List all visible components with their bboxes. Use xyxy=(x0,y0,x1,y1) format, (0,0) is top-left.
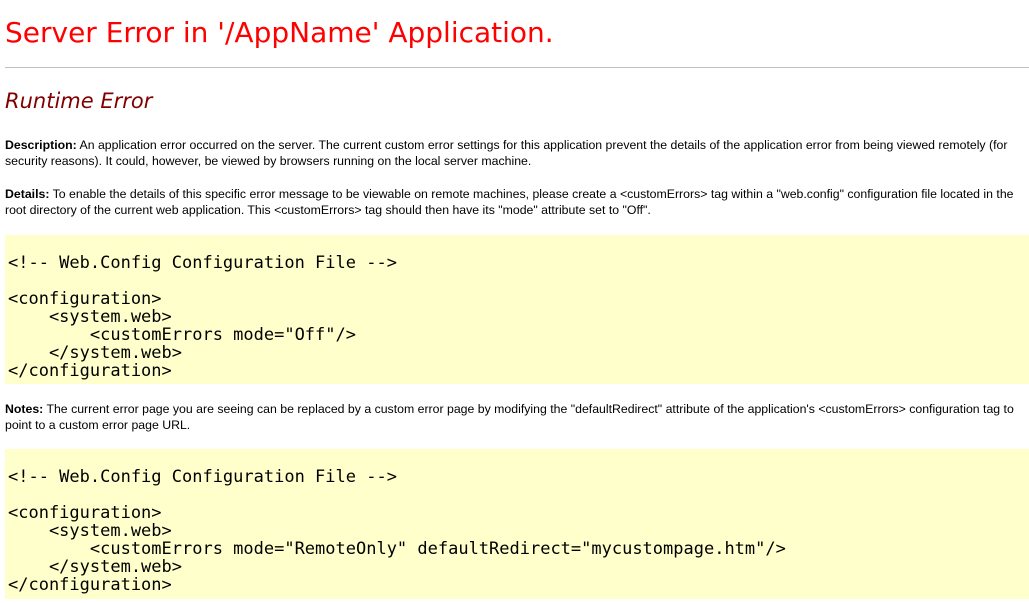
config-code-block-off: <!-- Web.Config Configuration File --> <c… xyxy=(5,235,1029,384)
code-line: <customErrors mode="Off"/> xyxy=(8,325,356,345)
code-line: </configuration> xyxy=(8,361,172,381)
code-line: <!-- Web.Config Configuration File --> xyxy=(8,467,397,487)
details-paragraph: Details: To enable the details of this s… xyxy=(5,186,1021,218)
error-page: Server Error in '/AppName' Application. … xyxy=(0,0,1029,603)
code-listing: <!-- Web.Config Configuration File --> <c… xyxy=(8,468,786,594)
code-line: <!-- Web.Config Configuration File --> xyxy=(8,253,397,273)
notes-text: The current error page you are seeing ca… xyxy=(5,402,1014,432)
code-line: <system.web> xyxy=(8,307,172,327)
code-line: </configuration> xyxy=(8,575,172,595)
notes-label: Notes: xyxy=(5,402,44,416)
code-line: <configuration> xyxy=(8,503,162,523)
code-line: <configuration> xyxy=(8,289,162,309)
code-listing: <!-- Web.Config Configuration File --> <c… xyxy=(8,254,397,380)
notes-paragraph: Notes: The current error page you are se… xyxy=(5,401,1021,433)
description-label: Description: xyxy=(5,138,77,152)
code-line: <customErrors mode="RemoteOnly" defaultR… xyxy=(8,539,786,559)
code-line: <system.web> xyxy=(8,521,172,541)
description-paragraph: Description: An application error occurr… xyxy=(5,137,1021,169)
details-label: Details: xyxy=(5,187,50,201)
error-subtitle: Runtime Error xyxy=(5,89,153,113)
page-title: Server Error in '/AppName' Application. xyxy=(5,16,554,49)
code-line: </system.web> xyxy=(8,557,182,577)
config-code-block-remoteonly: <!-- Web.Config Configuration File --> <c… xyxy=(5,449,1029,599)
description-text: An application error occurred on the ser… xyxy=(5,138,1008,168)
details-text: To enable the details of this specific e… xyxy=(5,187,1014,217)
code-line: </system.web> xyxy=(8,343,182,363)
title-divider xyxy=(5,67,1029,68)
